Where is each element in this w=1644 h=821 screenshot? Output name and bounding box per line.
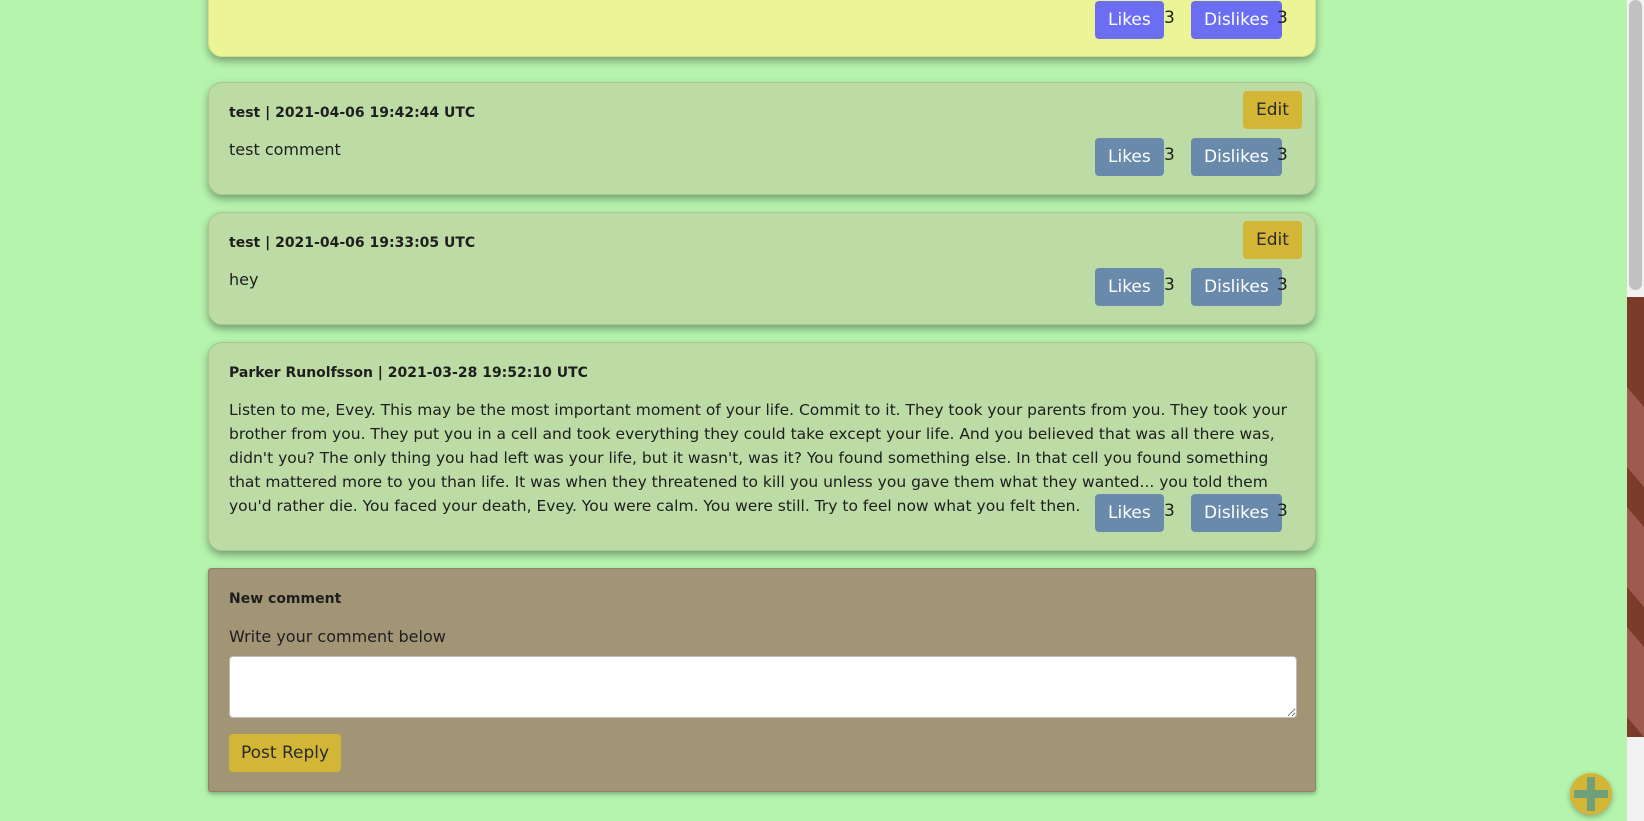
edit-button[interactable]: Edit: [1243, 221, 1302, 259]
post-reply-button[interactable]: Post Reply: [229, 734, 342, 772]
comment-meta: test | 2021-04-06 19:33:05 UTC: [229, 235, 476, 251]
comment-card: Parker Runolfsson | 2021-03-28 19:52:10 …: [208, 342, 1316, 551]
comment-card: test | 2021-04-06 19:33:05 UTC hey Edit …: [208, 212, 1316, 325]
likes-count: 3: [1164, 145, 1175, 165]
comment-card-top: Likes 3 Dislikes 3: [208, 0, 1316, 57]
dislikes-count: 3: [1277, 145, 1288, 165]
comment-meta: Parker Runolfsson | 2021-03-28 19:52:10 …: [229, 365, 588, 381]
dislikes-count: 3: [1277, 275, 1288, 295]
comment-card: test | 2021-04-06 19:42:44 UTC test comm…: [208, 82, 1316, 195]
likes-button[interactable]: Likes: [1095, 1, 1164, 39]
dislikes-button[interactable]: Dislikes: [1191, 494, 1282, 532]
add-fab-button[interactable]: [1570, 773, 1612, 815]
likes-button[interactable]: Likes: [1095, 494, 1164, 532]
dislikes-button[interactable]: Dislikes: [1191, 268, 1282, 306]
likes-count: 3: [1164, 275, 1175, 295]
decorative-stripe: [1627, 297, 1644, 737]
likes-button[interactable]: Likes: [1095, 268, 1164, 306]
dislikes-count: 3: [1277, 501, 1288, 521]
dislikes-count: 3: [1277, 8, 1288, 28]
likes-button[interactable]: Likes: [1095, 138, 1164, 176]
new-comment-form: New comment Write your comment below Pos…: [208, 568, 1316, 792]
likes-count: 3: [1164, 501, 1175, 521]
comment-textarea[interactable]: [229, 656, 1297, 718]
likes-count: 3: [1164, 8, 1175, 28]
dislikes-button[interactable]: Dislikes: [1191, 138, 1282, 176]
comment-meta: test | 2021-04-06 19:42:44 UTC: [229, 105, 476, 121]
dislikes-button[interactable]: Dislikes: [1191, 1, 1282, 39]
scrollbar-thumb[interactable]: [1629, 0, 1642, 290]
new-comment-title: New comment: [229, 591, 342, 607]
edit-button[interactable]: Edit: [1243, 91, 1302, 129]
comment-field-label: Write your comment below: [229, 627, 446, 646]
